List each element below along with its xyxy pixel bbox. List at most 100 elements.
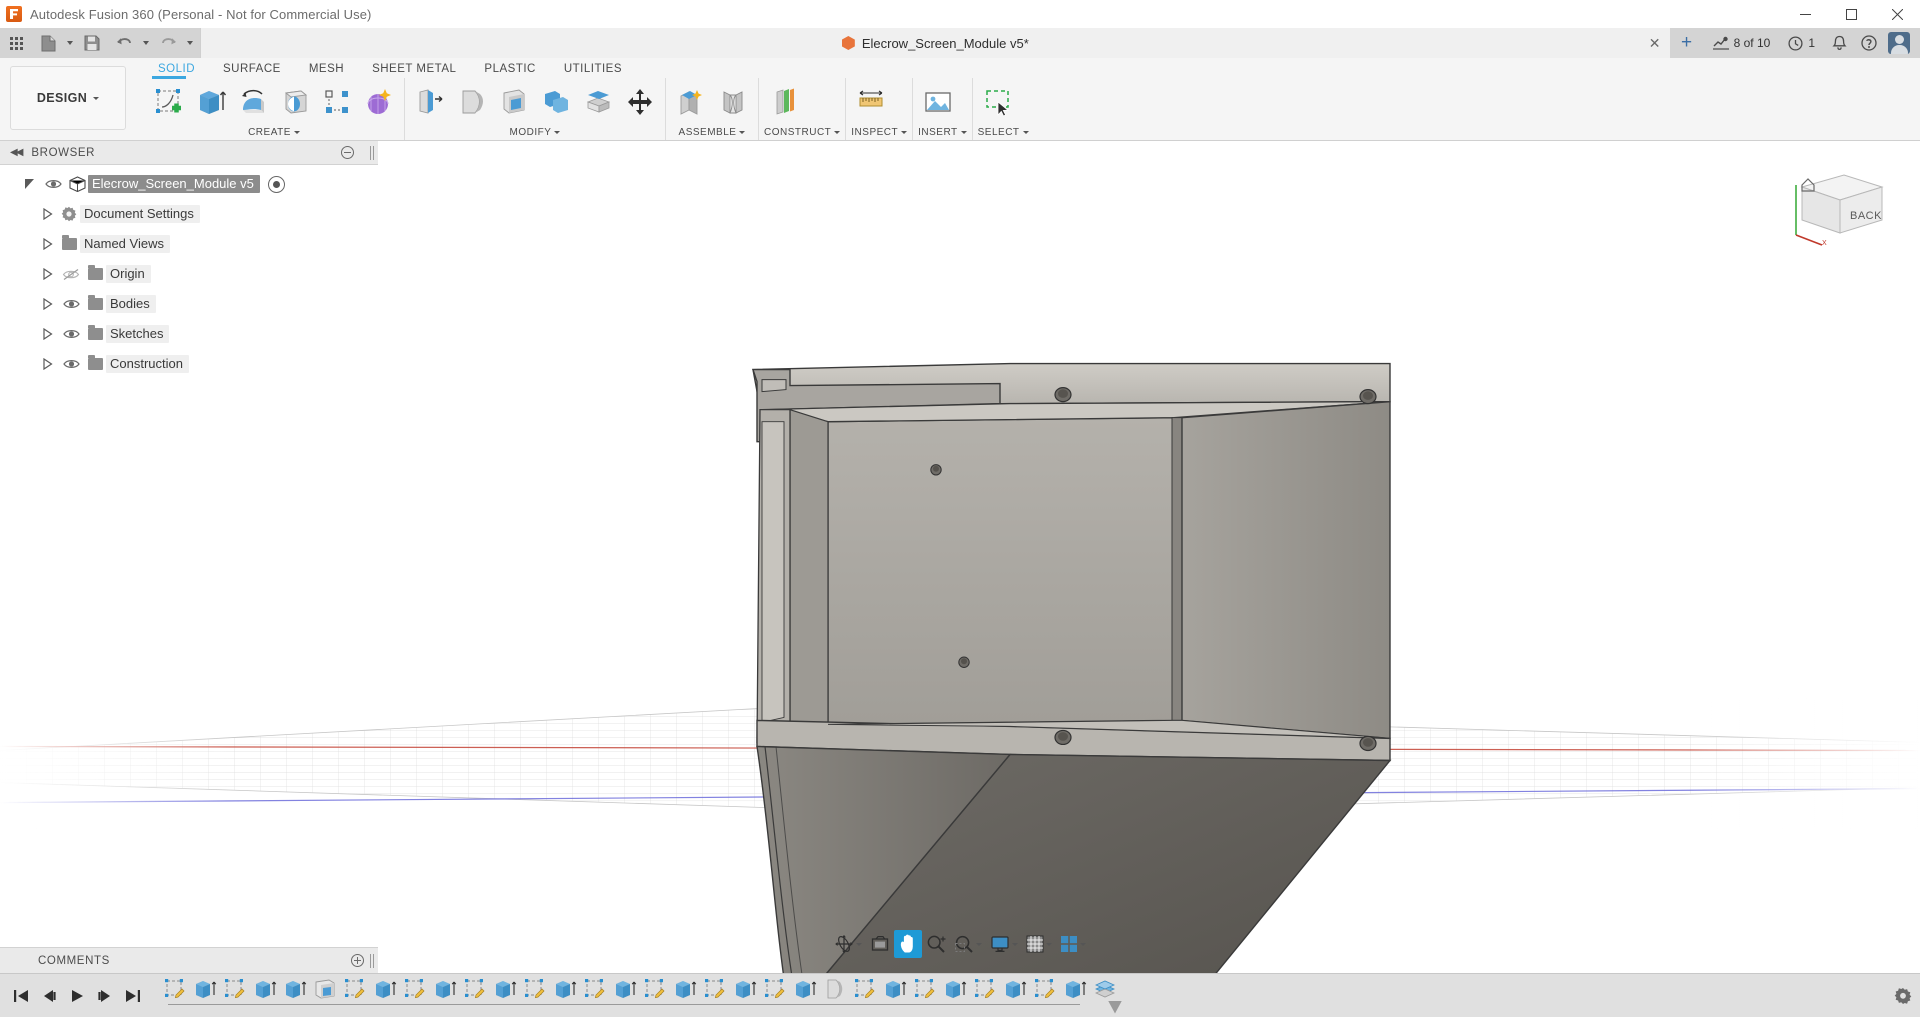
history-indicator[interactable]: 1 <box>1779 30 1824 56</box>
timeline-feature-sketch[interactable] <box>1030 977 1060 1011</box>
expand-triangle-icon[interactable] <box>36 319 58 349</box>
sweep-icon[interactable] <box>275 79 315 125</box>
tree-item-root[interactable]: Elecrow_Screen_Module v5 <box>0 169 378 199</box>
pan-button[interactable] <box>894 930 922 958</box>
step-back-button[interactable] <box>36 981 62 1011</box>
look-at-button[interactable] <box>866 930 894 958</box>
maximize-button[interactable] <box>1828 0 1874 28</box>
timeline-feature-sketch[interactable] <box>580 977 610 1011</box>
timeline-feature-sketch[interactable] <box>910 977 940 1011</box>
go-to-beginning-button[interactable] <box>8 981 34 1011</box>
timeline-feature-extrude[interactable] <box>250 977 280 1011</box>
panel-create-label[interactable]: CREATE <box>149 125 399 140</box>
undo-icon[interactable] <box>109 30 139 56</box>
go-to-end-button[interactable] <box>120 981 146 1011</box>
chevron-down-icon[interactable] <box>856 943 862 946</box>
user-avatar[interactable] <box>1888 32 1910 54</box>
step-forward-button[interactable] <box>92 981 118 1011</box>
panel-modify-label[interactable]: MODIFY <box>410 125 660 140</box>
timeline-feature-shell[interactable] <box>310 977 340 1011</box>
timeline-feature-extrude[interactable] <box>1060 977 1090 1011</box>
timeline-feature-sketch[interactable] <box>760 977 790 1011</box>
panel-select-label[interactable]: SELECT <box>978 125 1029 140</box>
visibility-eye-hidden-icon[interactable] <box>58 259 84 289</box>
timeline-feature-extrude[interactable] <box>550 977 580 1011</box>
timeline-feature-fillet[interactable] <box>820 977 850 1011</box>
document-tab-close-icon[interactable]: ✕ <box>1640 28 1670 58</box>
document-tab[interactable]: Elecrow_Screen_Module v5* <box>830 28 1041 58</box>
timeline-feature-extrude[interactable] <box>370 977 400 1011</box>
visibility-eye-icon[interactable] <box>58 289 84 319</box>
timeline-feature-extrude[interactable] <box>730 977 760 1011</box>
timeline-feature-extrude[interactable] <box>670 977 700 1011</box>
browser-minimize-button[interactable] <box>334 141 360 165</box>
tree-item-construction[interactable]: Construction <box>0 349 378 379</box>
timeline-feature-extrude[interactable] <box>430 977 460 1011</box>
panel-inspect-label[interactable]: INSPECT <box>851 125 907 140</box>
fillet-icon[interactable] <box>452 79 492 125</box>
expand-triangle-icon[interactable] <box>36 199 58 229</box>
extrude-icon[interactable] <box>191 79 231 125</box>
notifications-button[interactable] <box>1824 30 1854 56</box>
timeline-feature-sketch[interactable] <box>520 977 550 1011</box>
undo-dropdown-caret[interactable] <box>140 30 152 56</box>
tree-item-sketches[interactable]: Sketches <box>0 319 378 349</box>
timeline-feature-extrude[interactable] <box>1000 977 1030 1011</box>
timeline-feature-sketch[interactable] <box>160 977 190 1011</box>
workspace-selector[interactable]: DESIGN <box>10 66 126 130</box>
timeline-feature-extrude[interactable] <box>790 977 820 1011</box>
tree-item-origin[interactable]: Origin <box>0 259 378 289</box>
add-comment-button[interactable] <box>344 948 370 974</box>
measure-icon[interactable] <box>851 79 891 125</box>
tab-mesh[interactable]: MESH <box>295 63 358 78</box>
save-icon[interactable] <box>77 30 107 56</box>
view-cube[interactable]: X BACK <box>1782 157 1892 252</box>
zoom-button[interactable] <box>922 930 950 958</box>
job-status-indicator[interactable]: 8 of 10 <box>1704 30 1780 56</box>
visibility-eye-icon[interactable] <box>58 349 84 379</box>
tab-sheet-metal[interactable]: SHEET METAL <box>358 63 470 78</box>
display-settings-button[interactable] <box>986 930 1022 958</box>
revolve-icon[interactable] <box>233 79 273 125</box>
press-pull-icon[interactable] <box>410 79 450 125</box>
browser-resize-grip[interactable] <box>370 146 374 160</box>
timeline-feature-sketch[interactable] <box>340 977 370 1011</box>
help-button[interactable] <box>1854 30 1884 56</box>
pattern-icon[interactable] <box>317 79 357 125</box>
chevron-down-icon[interactable] <box>1046 943 1052 946</box>
shell-icon[interactable] <box>494 79 534 125</box>
tree-item-named-views[interactable]: Named Views <box>0 229 378 259</box>
chevron-down-icon[interactable] <box>1012 943 1018 946</box>
create-sketch-icon[interactable] <box>149 79 189 125</box>
new-file-dropdown-caret[interactable] <box>64 30 76 56</box>
tab-surface[interactable]: SURFACE <box>209 63 295 78</box>
panel-insert-label[interactable]: INSERT <box>918 125 967 140</box>
collapse-left-icon[interactable]: ◀◀ <box>10 147 21 158</box>
redo-dropdown-caret[interactable] <box>184 30 196 56</box>
window-selection-icon[interactable] <box>978 79 1018 125</box>
visibility-eye-icon[interactable] <box>58 319 84 349</box>
comments-resize-grip[interactable] <box>370 954 374 968</box>
timeline-feature-sketch[interactable] <box>700 977 730 1011</box>
tab-plastic[interactable]: PLASTIC <box>470 63 549 78</box>
orbit-button[interactable] <box>830 930 866 958</box>
expand-triangle-icon[interactable] <box>36 259 58 289</box>
combine-icon[interactable] <box>536 79 576 125</box>
activate-component-radio[interactable] <box>268 176 285 193</box>
timeline-feature-extrude[interactable] <box>880 977 910 1011</box>
grid-snaps-button[interactable] <box>1022 930 1056 958</box>
tab-utilities[interactable]: UTILITIES <box>550 63 636 78</box>
timeline-feature-extrude[interactable] <box>190 977 220 1011</box>
timeline-feature-sketch[interactable] <box>850 977 880 1011</box>
panel-construct-label[interactable]: CONSTRUCT <box>764 125 840 140</box>
joint-icon[interactable] <box>713 79 753 125</box>
expand-triangle-icon[interactable] <box>36 289 58 319</box>
offset-plane-icon[interactable] <box>764 79 804 125</box>
play-button[interactable] <box>64 981 90 1011</box>
visibility-eye-icon[interactable] <box>40 169 66 199</box>
move-copy-icon[interactable] <box>620 79 660 125</box>
collapse-triangle-icon[interactable] <box>18 169 40 199</box>
timeline-feature-sketch[interactable] <box>460 977 490 1011</box>
tree-item-bodies[interactable]: Bodies <box>0 289 378 319</box>
tree-item-document-settings[interactable]: Document Settings <box>0 199 378 229</box>
